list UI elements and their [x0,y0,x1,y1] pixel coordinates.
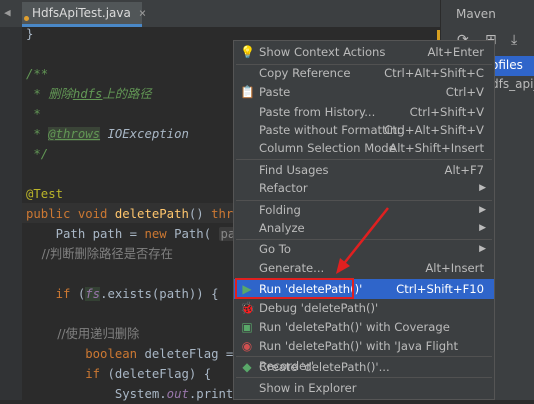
red-arrow-annotation [336,207,389,274]
arrow-shaft [341,207,389,267]
